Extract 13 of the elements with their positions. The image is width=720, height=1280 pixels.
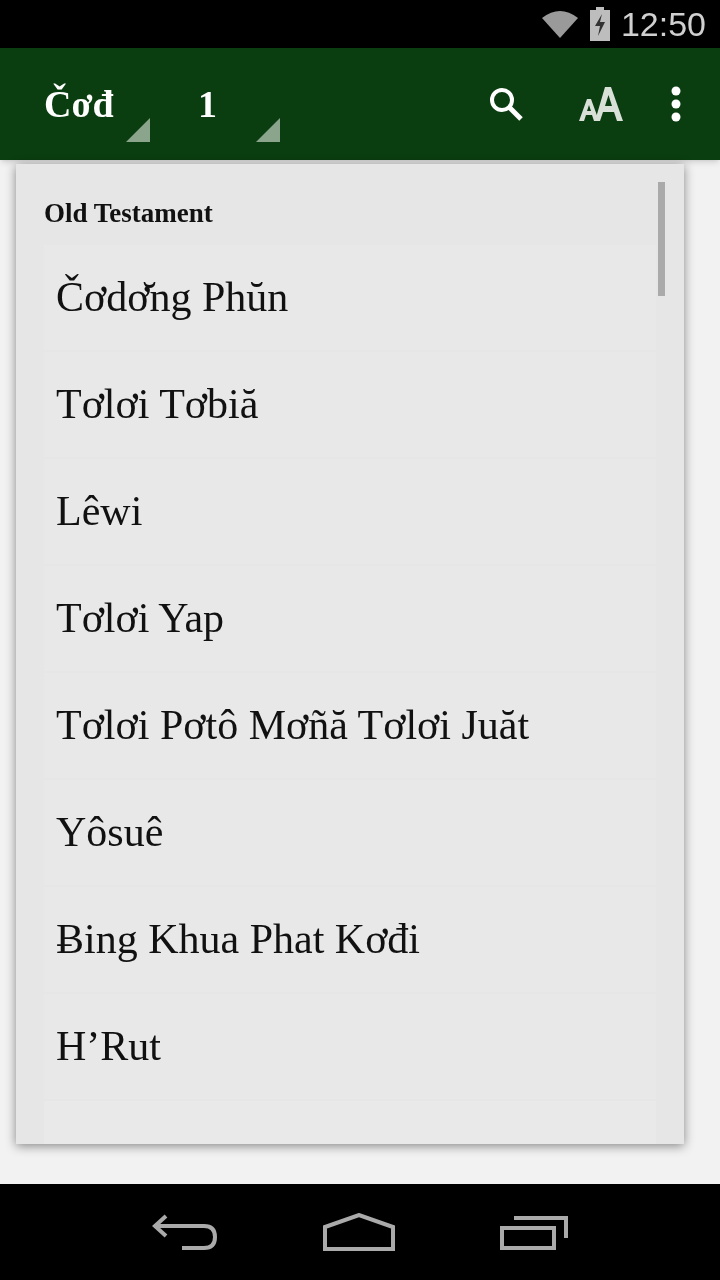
status-time: 12:50 [620,7,706,41]
wifi-icon [540,9,579,39]
text-size-icon[interactable] [576,84,626,124]
book-selector[interactable]: Čơđ [44,66,150,142]
section-header: Old Testament [44,200,214,227]
dropdown-corner-icon [126,118,150,142]
recent-apps-icon[interactable] [499,1214,568,1250]
dropdown-corner-icon [256,118,280,142]
chapter-selector[interactable]: 1 [198,66,280,142]
more-options-icon[interactable] [670,86,682,122]
home-icon[interactable] [323,1213,395,1251]
back-icon[interactable] [152,1214,219,1250]
battery-charging-icon [588,7,611,41]
